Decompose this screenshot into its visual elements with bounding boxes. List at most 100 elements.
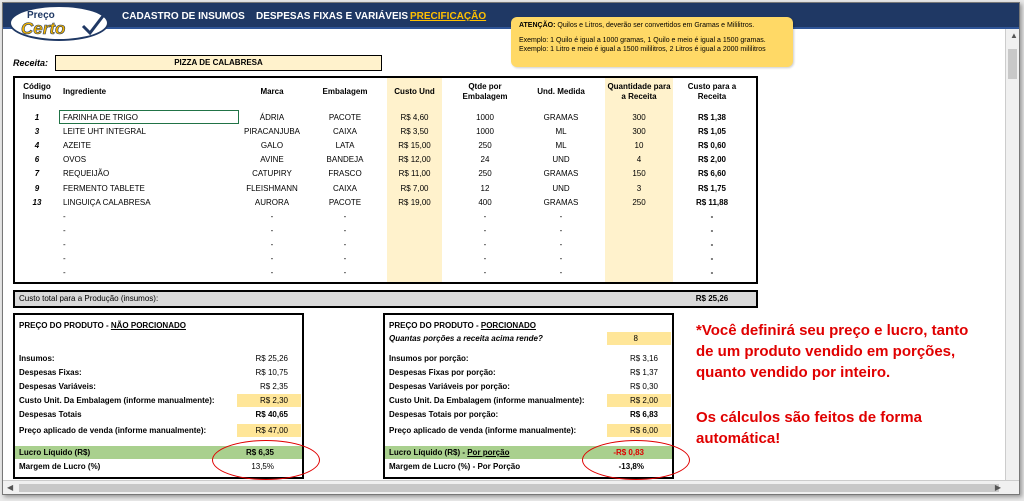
scroll-left-icon[interactable]: ◀ — [7, 483, 13, 492]
cell-qtde[interactable]: - — [453, 240, 517, 250]
cell-und[interactable]: - — [523, 226, 599, 236]
cell-ing[interactable]: - — [63, 268, 233, 278]
cell-ing[interactable]: - — [63, 254, 233, 264]
cell-emb[interactable]: BANDEJA — [311, 155, 379, 165]
cell-marca[interactable]: FLEISHMANN — [237, 184, 307, 194]
cell-qtde[interactable]: 1000 — [453, 113, 517, 123]
cell-ing[interactable]: LEITE UHT INTEGRAL — [63, 127, 233, 137]
cell-cr[interactable]: R$ 6,60 — [677, 169, 747, 179]
cell-quant[interactable]: 3 — [605, 184, 673, 194]
cell-emb[interactable]: CAIXA — [311, 184, 379, 194]
horizontal-scrollbar[interactable]: ◀ ▶ — [3, 480, 1019, 494]
cell-cod[interactable]: 1 — [17, 113, 57, 123]
cell-ing[interactable]: AZEITE — [63, 141, 233, 151]
cell-cr[interactable]: R$ 2,00 — [677, 155, 747, 165]
cell-marca[interactable]: CATUPIRY — [237, 169, 307, 179]
cell-custo[interactable]: R$ 7,00 — [387, 184, 442, 194]
cell-und[interactable]: ML — [523, 141, 599, 151]
cell-cod[interactable]: 4 — [17, 141, 57, 151]
cell-custo[interactable]: R$ 3,50 — [387, 127, 442, 137]
embalagem-value[interactable]: R$ 2,00 — [630, 396, 658, 406]
cell-ing[interactable]: REQUEIJÃO — [63, 169, 233, 179]
cell-quant[interactable]: 250 — [605, 198, 673, 208]
cell-ing[interactable]: - — [63, 240, 233, 250]
embalagem-value[interactable]: R$ 2,30 — [260, 396, 288, 406]
cell-custo[interactable]: R$ 15,00 — [387, 141, 442, 151]
cell-cod[interactable]: 13 — [17, 198, 57, 208]
cell-cod[interactable]: 7 — [17, 169, 57, 179]
cell-qtde[interactable]: - — [453, 254, 517, 264]
cell-marca[interactable]: PIRACANJUBA — [237, 127, 307, 137]
nav-cadastro-insumos[interactable]: CADASTRO DE INSUMOS — [122, 11, 245, 22]
cell-qtde[interactable]: - — [453, 226, 517, 236]
cell-qtde[interactable]: 400 — [453, 198, 517, 208]
cell-quant[interactable]: 10 — [605, 141, 673, 151]
cell-cr[interactable]: R$ 11,88 — [677, 198, 747, 208]
cell-marca[interactable]: - — [237, 226, 307, 236]
cell-cr[interactable]: - — [677, 254, 747, 264]
cell-cr[interactable]: - — [677, 212, 747, 222]
cell-qtde[interactable]: 250 — [453, 141, 517, 151]
cell-emb[interactable]: - — [311, 240, 379, 250]
cell-cr[interactable]: R$ 1,38 — [677, 113, 747, 123]
cell-cr[interactable]: - — [677, 226, 747, 236]
receita-field[interactable]: PIZZA DE CALABRESA — [55, 55, 382, 71]
cell-custo[interactable]: R$ 19,00 — [387, 198, 442, 208]
cell-und[interactable]: UND — [523, 184, 599, 194]
cell-cod[interactable]: 9 — [17, 184, 57, 194]
cell-quant[interactable]: 300 — [605, 113, 673, 123]
cell-custo[interactable]: R$ 4,60 — [387, 113, 442, 123]
cell-emb[interactable]: CAIXA — [311, 127, 379, 137]
cell-marca[interactable]: AURORA — [237, 198, 307, 208]
cell-und[interactable]: UND — [523, 155, 599, 165]
cell-cod[interactable]: 3 — [17, 127, 57, 137]
cell-und[interactable]: ML — [523, 127, 599, 137]
cell-ing[interactable]: - — [63, 226, 233, 236]
cell-emb[interactable]: PACOTE — [311, 198, 379, 208]
cell-emb[interactable]: - — [311, 212, 379, 222]
cell-emb[interactable]: FRASCO — [311, 169, 379, 179]
scroll-thumb[interactable] — [19, 484, 999, 492]
cell-emb[interactable]: - — [311, 254, 379, 264]
cell-und[interactable]: GRAMAS — [523, 113, 599, 123]
cell-marca[interactable]: GALO — [237, 141, 307, 151]
cell-qtde[interactable]: 1000 — [453, 127, 517, 137]
cell-qtde[interactable]: 250 — [453, 169, 517, 179]
cell-qtde[interactable]: - — [453, 212, 517, 222]
cell-ing[interactable]: LINGUIÇA CALABRESA — [63, 198, 233, 208]
cell-cr[interactable]: - — [677, 240, 747, 250]
nav-despesas[interactable]: DESPESAS FIXAS E VARIÁVEIS — [256, 11, 408, 22]
cell-emb[interactable]: PACOTE — [311, 113, 379, 123]
cell-und[interactable]: - — [523, 212, 599, 222]
cell-custo[interactable]: R$ 11,00 — [387, 169, 442, 179]
cell-quant[interactable]: 4 — [605, 155, 673, 165]
preco-value[interactable]: R$ 6,00 — [630, 426, 658, 436]
cell-und[interactable]: GRAMAS — [523, 198, 599, 208]
cell-cod[interactable]: 6 — [17, 155, 57, 165]
cell-und[interactable]: - — [523, 240, 599, 250]
cell-custo[interactable]: R$ 12,00 — [387, 155, 442, 165]
selected-cell[interactable] — [59, 110, 239, 124]
cell-quant[interactable]: 300 — [605, 127, 673, 137]
cell-ing[interactable]: FERMENTO TABLETE — [63, 184, 233, 194]
cell-marca[interactable]: ÁDRIA — [237, 113, 307, 123]
cell-marca[interactable]: - — [237, 212, 307, 222]
cell-ing[interactable]: - — [63, 212, 233, 222]
cell-cr[interactable]: R$ 1,05 — [677, 127, 747, 137]
nav-precificacao[interactable]: PRECIFICAÇÃO — [410, 11, 486, 22]
cell-quant[interactable]: 150 — [605, 169, 673, 179]
cell-marca[interactable]: AVINE — [237, 155, 307, 165]
vertical-scrollbar[interactable]: ▲ — [1005, 29, 1019, 481]
cell-qtde[interactable]: 24 — [453, 155, 517, 165]
cell-marca[interactable]: - — [237, 254, 307, 264]
cell-qtde[interactable]: 12 — [453, 184, 517, 194]
scroll-right-icon[interactable]: ▶ — [995, 483, 1001, 492]
cell-ing[interactable]: OVOS — [63, 155, 233, 165]
porcoes-value[interactable]: 8 — [634, 334, 638, 344]
cell-emb[interactable]: - — [311, 226, 379, 236]
cell-emb[interactable]: LATA — [311, 141, 379, 151]
cell-emb[interactable]: - — [311, 268, 379, 278]
scroll-thumb[interactable] — [1008, 49, 1017, 79]
cell-cr[interactable]: - — [677, 268, 747, 278]
cell-marca[interactable]: - — [237, 268, 307, 278]
